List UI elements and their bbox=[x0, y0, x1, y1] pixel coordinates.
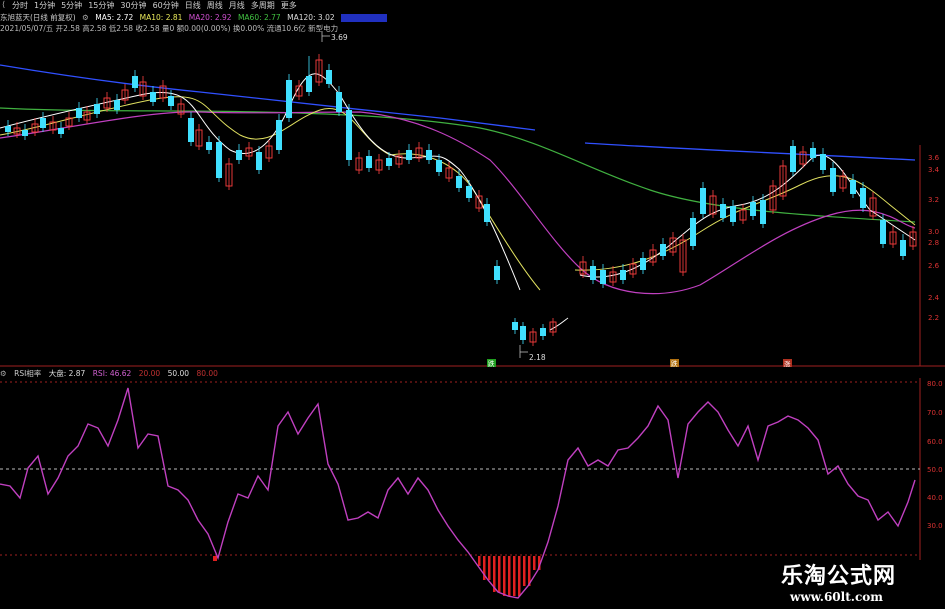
candle-body bbox=[40, 118, 46, 128]
candle-body bbox=[150, 92, 156, 102]
candle-body bbox=[720, 204, 726, 218]
candle-body bbox=[22, 130, 28, 136]
oversold-bar bbox=[503, 556, 506, 596]
oversold-bar bbox=[478, 556, 481, 566]
rsi-tick: 40.0 bbox=[927, 494, 943, 502]
oversold-bar bbox=[518, 556, 521, 596]
rsi-tick: 30.0 bbox=[927, 522, 943, 530]
candle-body bbox=[206, 142, 212, 150]
candle-body bbox=[456, 176, 462, 188]
candle-body bbox=[406, 150, 412, 160]
candle-body bbox=[494, 266, 500, 280]
candle-body bbox=[760, 200, 766, 224]
candle-body bbox=[236, 150, 242, 160]
candle-body bbox=[520, 326, 526, 340]
candle-body bbox=[188, 118, 194, 142]
candle-body bbox=[590, 266, 596, 280]
price-tick: 2.8 bbox=[928, 239, 939, 247]
candle-body bbox=[600, 270, 606, 284]
price-tick: 3.0 bbox=[928, 228, 939, 236]
price-tick: 3.4 bbox=[928, 166, 940, 174]
ma20-line bbox=[0, 111, 916, 295]
candle-body bbox=[76, 108, 82, 118]
low-price-label: 2.18 bbox=[529, 353, 546, 362]
candle-body bbox=[114, 100, 120, 110]
rsi-oversold-bars bbox=[213, 556, 541, 596]
candle-body bbox=[256, 152, 262, 170]
candle-body bbox=[540, 328, 546, 336]
oversold-bar bbox=[513, 556, 516, 596]
candle-body bbox=[850, 180, 856, 194]
high-price-label: 3.69 bbox=[331, 33, 348, 42]
candle-body bbox=[700, 188, 706, 214]
oversold-bar bbox=[533, 556, 536, 570]
candle-body bbox=[900, 240, 906, 256]
candle-body bbox=[730, 206, 736, 222]
candle-body bbox=[58, 128, 64, 134]
ma60-line bbox=[0, 107, 916, 223]
candle-body bbox=[466, 186, 472, 198]
watermark-url: www.60lt.com bbox=[790, 590, 883, 604]
candle-body bbox=[830, 168, 836, 192]
candle-body bbox=[326, 70, 332, 84]
signal-marker-2-text: 跌 bbox=[671, 359, 678, 368]
watermark-title: 乐淘公式网 bbox=[781, 564, 897, 589]
oversold-bar bbox=[488, 556, 491, 580]
rsi-line bbox=[0, 387, 916, 599]
candle-body bbox=[820, 154, 826, 170]
candle-body bbox=[810, 148, 816, 158]
candle-body bbox=[336, 92, 342, 112]
candle-body bbox=[286, 80, 292, 118]
candle-body bbox=[216, 142, 222, 178]
candle-body bbox=[860, 188, 866, 208]
candle-body bbox=[660, 244, 666, 256]
candle-body bbox=[620, 270, 626, 280]
ma10-line bbox=[0, 96, 916, 291]
candle-body bbox=[132, 76, 138, 88]
signal-marker-1-text: 跌 bbox=[488, 359, 495, 368]
rsi-tick: 70.0 bbox=[927, 409, 943, 417]
price-tick: 3.6 bbox=[928, 154, 940, 162]
price-tick: 3.2 bbox=[928, 196, 939, 204]
candle-body bbox=[426, 150, 432, 160]
candle-body bbox=[790, 146, 796, 172]
price-tick: 2.2 bbox=[928, 314, 939, 322]
oversold-bar bbox=[523, 556, 526, 586]
candle-body bbox=[386, 158, 392, 166]
candle-body bbox=[690, 218, 696, 246]
signal-marker-3-text: 涨 bbox=[784, 359, 791, 368]
rsi-tick: 50.0 bbox=[927, 466, 943, 474]
candle-body bbox=[276, 120, 282, 150]
candle-body bbox=[484, 204, 490, 222]
candle-body bbox=[5, 126, 11, 132]
candle-body bbox=[436, 160, 442, 172]
ma5-line bbox=[0, 73, 916, 331]
price-axis-labels: 3.6 3.4 3.2 3.0 2.8 2.6 2.4 2.2 bbox=[928, 154, 940, 322]
candle-body bbox=[512, 322, 518, 330]
rsi-tick: 80.0 bbox=[927, 380, 943, 388]
candle-body bbox=[750, 202, 756, 216]
oversold-bar bbox=[213, 556, 217, 561]
rsi-axis-labels: 80.0 70.0 60.0 50.0 40.0 30.0 bbox=[927, 380, 943, 530]
candlestick-series bbox=[5, 54, 917, 346]
candle-body bbox=[94, 104, 100, 114]
price-tick: 2.6 bbox=[928, 262, 940, 270]
candle-body bbox=[346, 110, 352, 160]
rsi-tick: 60.0 bbox=[927, 438, 943, 446]
candle-body bbox=[880, 220, 886, 244]
candle-body bbox=[640, 258, 646, 270]
candle-body bbox=[366, 156, 372, 168]
oversold-bar bbox=[498, 556, 501, 592]
stock-chart[interactable]: 3.69 2.18 跌 跌 涨 3.6 3.4 3.2 3.0 2.8 2.6 … bbox=[0, 0, 945, 609]
oversold-bar bbox=[508, 556, 511, 596]
price-tick: 2.4 bbox=[928, 294, 940, 302]
candle-body bbox=[168, 96, 174, 106]
candle-body bbox=[306, 76, 312, 92]
